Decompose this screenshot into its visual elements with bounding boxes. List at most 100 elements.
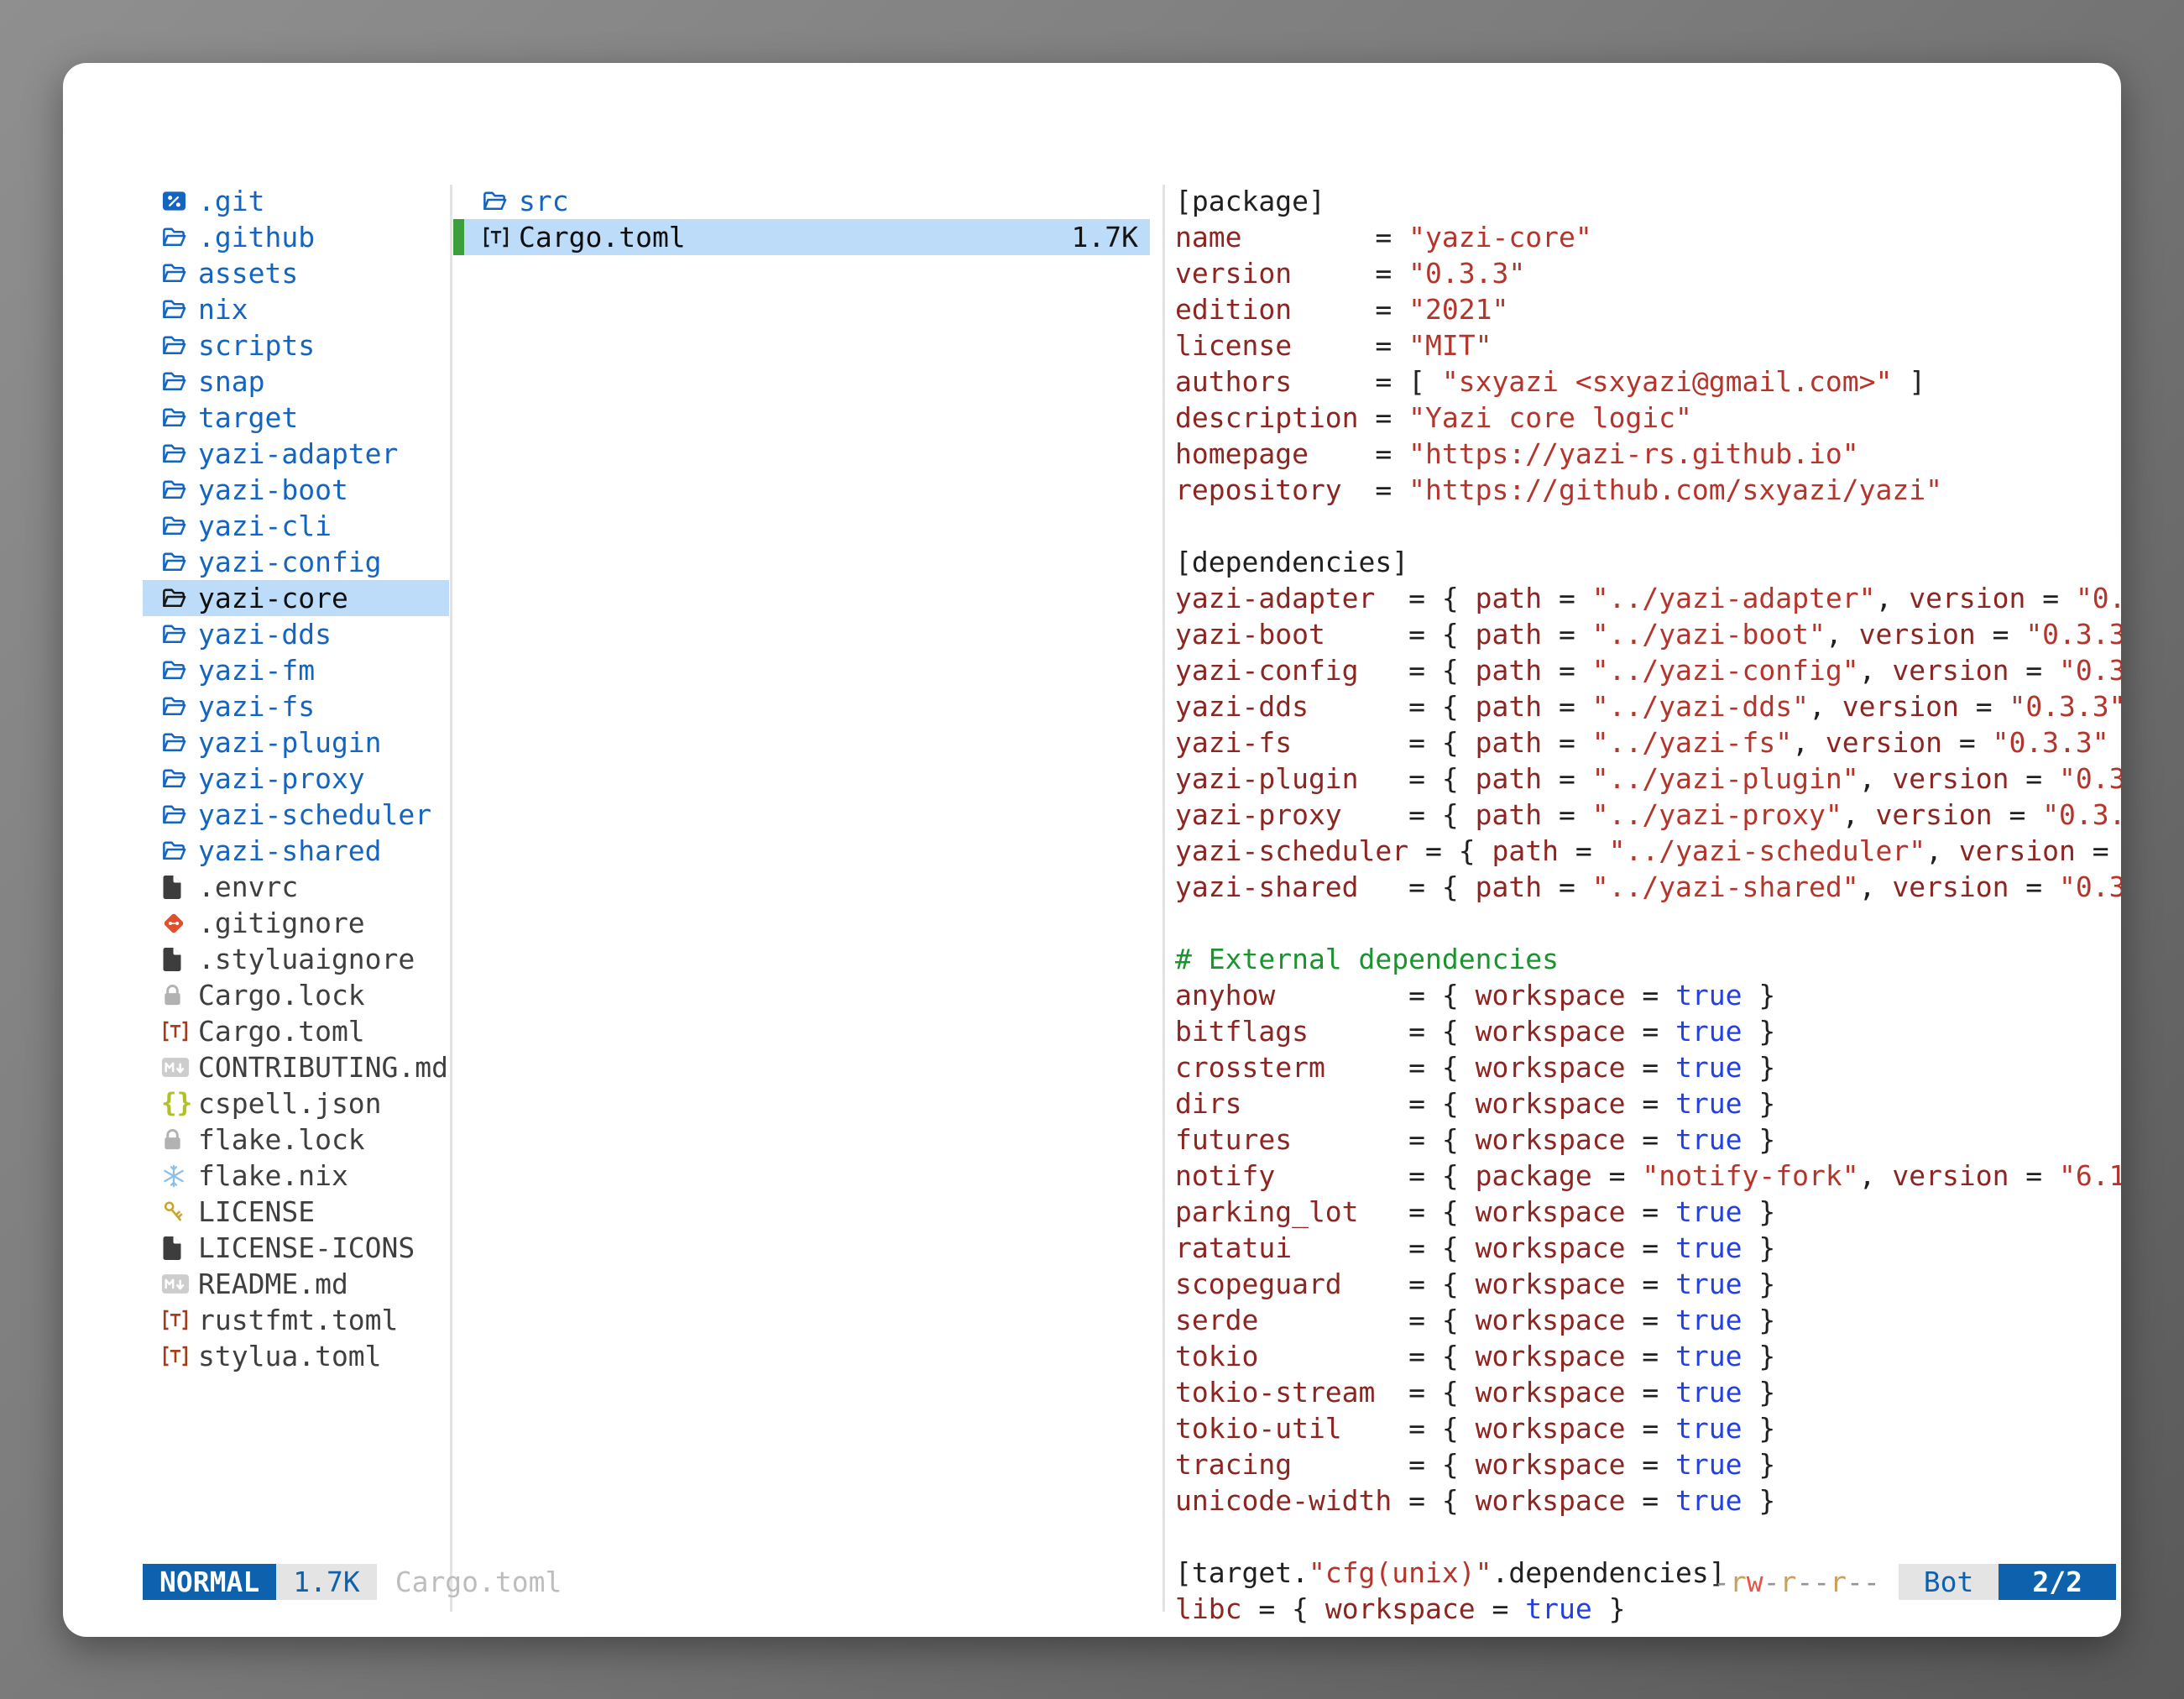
file-row-.gitignore[interactable]: .gitignore bbox=[143, 905, 449, 941]
file-row-src[interactable]: src bbox=[453, 183, 1150, 219]
preview-line: yazi-boot = { path = "../yazi-boot", ver… bbox=[1175, 616, 2121, 652]
folder-icon bbox=[161, 332, 198, 358]
file-name: yazi-proxy bbox=[198, 762, 365, 795]
file-row-nix[interactable]: nix bbox=[143, 291, 449, 327]
preview-line: homepage = "https://yazi-rs.github.io" bbox=[1175, 436, 2121, 472]
file-icon bbox=[161, 875, 198, 900]
file-row-target[interactable]: target bbox=[143, 400, 449, 436]
preview-line: description = "Yazi core logic" bbox=[1175, 400, 2121, 436]
file-row-.git[interactable]: .git bbox=[143, 183, 449, 219]
file-name: cspell.json bbox=[198, 1087, 382, 1120]
file-row-yazi-core[interactable]: yazi-core bbox=[143, 580, 449, 616]
markdown-icon bbox=[161, 1057, 198, 1078]
folder-icon bbox=[161, 477, 198, 503]
file-name: README.md bbox=[198, 1268, 348, 1300]
preview-line: dirs = { workspace = true } bbox=[1175, 1085, 2121, 1121]
file-row-Cargo.toml[interactable]: Cargo.toml1.7K bbox=[453, 219, 1150, 255]
file-name: .github bbox=[198, 221, 315, 254]
preview-line: tokio = { workspace = true } bbox=[1175, 1338, 2121, 1374]
file-row-.envrc[interactable]: .envrc bbox=[143, 869, 449, 905]
preview-pane: [package]name = "yazi-core"version = "0.… bbox=[1175, 183, 2121, 1637]
file-row-LICENSE[interactable]: LICENSE bbox=[143, 1194, 449, 1230]
file-name: flake.lock bbox=[198, 1123, 365, 1156]
preview-line bbox=[1175, 508, 2121, 544]
file-row-yazi-config[interactable]: yazi-config bbox=[143, 544, 449, 580]
file-row-CONTRIBUTING.md[interactable]: CONTRIBUTING.md bbox=[143, 1049, 449, 1085]
preview-line: # External dependencies bbox=[1175, 941, 2121, 977]
file-row-.github[interactable]: .github bbox=[143, 219, 449, 255]
file-row-cspell.json[interactable]: {}cspell.json bbox=[143, 1085, 449, 1121]
file-name: CONTRIBUTING.md bbox=[198, 1051, 448, 1084]
file-row-snap[interactable]: snap bbox=[143, 363, 449, 400]
preview-line: tracing = { workspace = true } bbox=[1175, 1446, 2121, 1482]
folder-icon bbox=[161, 621, 198, 647]
file-row-stylua.toml[interactable]: stylua.toml bbox=[143, 1338, 449, 1374]
markdown-icon bbox=[161, 1273, 198, 1294]
folder-icon bbox=[161, 513, 198, 539]
file-row-.styluaignore[interactable]: .styluaignore bbox=[143, 941, 449, 977]
status-filename: Cargo.toml bbox=[395, 1566, 562, 1598]
file-row-yazi-shared[interactable]: yazi-shared bbox=[143, 833, 449, 869]
file-permissions: -rw-r--r-- bbox=[1713, 1566, 1880, 1598]
preview-line: crossterm = { workspace = true } bbox=[1175, 1049, 2121, 1085]
file-name: src bbox=[519, 185, 569, 217]
folder-icon bbox=[161, 224, 198, 250]
file-name: yazi-adapter bbox=[198, 437, 398, 470]
file-row-LICENSE-ICONS[interactable]: LICENSE-ICONS bbox=[143, 1230, 449, 1266]
folder-icon bbox=[161, 766, 198, 792]
preview-line bbox=[1175, 905, 2121, 941]
file-name: yazi-scheduler bbox=[198, 798, 431, 831]
preview-line: scopeguard = { workspace = true } bbox=[1175, 1266, 2121, 1302]
file-name: Cargo.toml bbox=[198, 1015, 365, 1048]
preview-line: repository = "https://github.com/sxyazi/… bbox=[1175, 472, 2121, 508]
file-name: rustfmt.toml bbox=[198, 1304, 398, 1336]
folder-icon bbox=[161, 802, 198, 828]
preview-line: [package] bbox=[1175, 183, 2121, 219]
file-size: 1.7K bbox=[1072, 221, 1150, 254]
file-name: yazi-config bbox=[198, 546, 382, 578]
file-row-yazi-boot[interactable]: yazi-boot bbox=[143, 472, 449, 508]
file-row-rustfmt.toml[interactable]: rustfmt.toml bbox=[143, 1302, 449, 1338]
folder-icon bbox=[161, 657, 198, 683]
file-row-README.md[interactable]: README.md bbox=[143, 1266, 449, 1302]
file-row-Cargo.lock[interactable]: Cargo.lock bbox=[143, 977, 449, 1013]
preview-line: bitflags = { workspace = true } bbox=[1175, 1013, 2121, 1049]
file-name: .envrc bbox=[198, 870, 298, 903]
file-row-scripts[interactable]: scripts bbox=[143, 327, 449, 363]
file-name: assets bbox=[198, 257, 298, 290]
preview-line: edition = "2021" bbox=[1175, 291, 2121, 327]
file-row-yazi-fs[interactable]: yazi-fs bbox=[143, 688, 449, 724]
braces-icon: {} bbox=[161, 1090, 198, 1116]
file-row-yazi-scheduler[interactable]: yazi-scheduler bbox=[143, 797, 449, 833]
preview-line: futures = { workspace = true } bbox=[1175, 1121, 2121, 1158]
preview-line: version = "0.3.3" bbox=[1175, 255, 2121, 291]
file-row-assets[interactable]: assets bbox=[143, 255, 449, 291]
preview-line: yazi-config = { path = "../yazi-config",… bbox=[1175, 652, 2121, 688]
status-left: NORMAL 1.7K Cargo.toml bbox=[143, 1564, 562, 1600]
scroll-position-badge: Bot bbox=[1899, 1564, 1999, 1600]
file-row-flake.lock[interactable]: flake.lock bbox=[143, 1121, 449, 1158]
parent-pane: .git.githubassetsnixscriptssnaptargetyaz… bbox=[143, 183, 449, 1374]
file-row-yazi-plugin[interactable]: yazi-plugin bbox=[143, 724, 449, 761]
preview-line: yazi-proxy = { path = "../yazi-proxy", v… bbox=[1175, 797, 2121, 833]
pane-separator bbox=[1163, 185, 1165, 1612]
file-row-yazi-adapter[interactable]: yazi-adapter bbox=[143, 436, 449, 472]
preview-line: [dependencies] bbox=[1175, 544, 2121, 580]
file-row-yazi-fm[interactable]: yazi-fm bbox=[143, 652, 449, 688]
file-name: LICENSE bbox=[198, 1195, 315, 1228]
pane-separator bbox=[450, 185, 452, 1612]
current-pane: srcCargo.toml1.7K bbox=[453, 183, 1150, 255]
key-icon bbox=[161, 1200, 198, 1224]
file-name: yazi-core bbox=[198, 582, 348, 614]
file-row-yazi-dds[interactable]: yazi-dds bbox=[143, 616, 449, 652]
preview-line: unicode-width = { workspace = true } bbox=[1175, 1482, 2121, 1519]
folder-icon bbox=[161, 260, 198, 286]
file-row-yazi-proxy[interactable]: yazi-proxy bbox=[143, 761, 449, 797]
preview-line: name = "yazi-core" bbox=[1175, 219, 2121, 255]
preview-line: ratatui = { workspace = true } bbox=[1175, 1230, 2121, 1266]
file-row-Cargo.toml[interactable]: Cargo.toml bbox=[143, 1013, 449, 1049]
folder-icon bbox=[161, 441, 198, 467]
toml-icon bbox=[161, 1307, 198, 1333]
file-row-flake.nix[interactable]: flake.nix bbox=[143, 1158, 449, 1194]
file-row-yazi-cli[interactable]: yazi-cli bbox=[143, 508, 449, 544]
